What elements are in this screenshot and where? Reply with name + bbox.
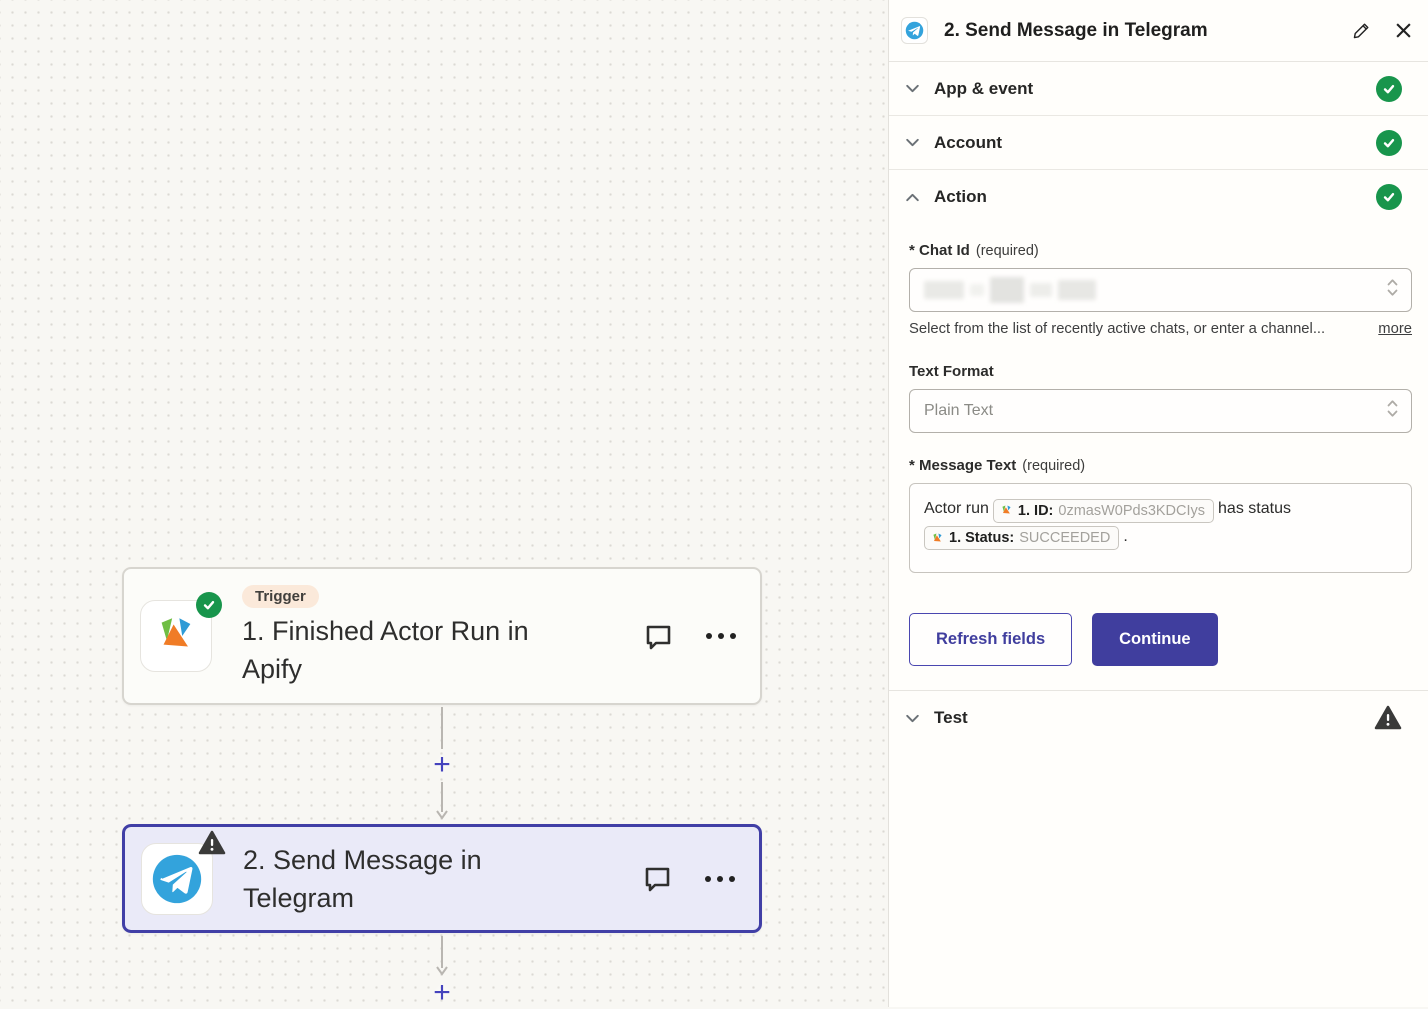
- message-text-input[interactable]: Actor run1. ID:0zmasW0Pds3KDCIyshas stat…: [909, 483, 1412, 573]
- edit-pencil-icon[interactable]: [1352, 21, 1371, 40]
- select-stepper-icon: [1386, 399, 1399, 424]
- connector-line: [441, 707, 443, 749]
- action-step-card[interactable]: 2. Send Message inTelegram: [122, 824, 762, 933]
- mapped-field-token-status[interactable]: 1. Status:SUCCEEDED: [924, 526, 1119, 550]
- step-success-badge: [196, 592, 222, 618]
- step-settings-panel: 2. Send Message in Telegram App & event …: [888, 0, 1428, 1007]
- mapped-field-token-id[interactable]: 1. ID:0zmasW0Pds3KDCIys: [993, 499, 1214, 523]
- section-test[interactable]: Test: [889, 691, 1428, 745]
- arrow-down-icon: [435, 810, 449, 820]
- message-text: .: [1123, 528, 1127, 545]
- chat-id-label: * Chat Id(required): [909, 242, 1412, 259]
- section-complete-icon: [1376, 184, 1402, 210]
- text-format-value: Plain Text: [924, 402, 993, 420]
- workflow-canvas[interactable]: Trigger 1. Finished Actor Run inApify +: [0, 0, 888, 1007]
- arrow-down-icon: [435, 966, 449, 976]
- section-app-event[interactable]: App & event: [889, 62, 1428, 116]
- section-label: Test: [934, 708, 1374, 728]
- add-step-button-end[interactable]: +: [429, 981, 455, 1007]
- action-step-title: 2. Send Message inTelegram: [243, 841, 593, 917]
- trigger-badge: Trigger: [242, 585, 319, 608]
- connector-line: [441, 936, 443, 968]
- trigger-step-title: 1. Finished Actor Run inApify: [242, 612, 592, 688]
- more-link[interactable]: more: [1378, 321, 1412, 337]
- continue-button[interactable]: Continue: [1092, 613, 1218, 666]
- close-icon[interactable]: [1395, 22, 1412, 39]
- section-warning-icon: [1374, 705, 1402, 731]
- section-label: App & event: [934, 79, 1376, 99]
- section-label: Action: [934, 187, 1376, 207]
- section-label: Account: [934, 133, 1376, 153]
- chevron-down-icon: [904, 134, 921, 151]
- warning-triangle-icon: [198, 830, 226, 856]
- apify-icon: [1000, 504, 1013, 517]
- trigger-step-card[interactable]: Trigger 1. Finished Actor Run inApify: [122, 567, 762, 705]
- refresh-fields-button[interactable]: Refresh fields: [909, 613, 1072, 666]
- apify-icon: [931, 532, 944, 545]
- chevron-down-icon: [904, 710, 921, 727]
- more-options-icon[interactable]: [706, 633, 736, 639]
- select-stepper-icon: [1386, 278, 1399, 303]
- text-format-select[interactable]: Plain Text: [909, 389, 1412, 433]
- chat-id-help-text: Select from the list of recently active …: [909, 321, 1366, 337]
- panel-header: 2. Send Message in Telegram: [889, 0, 1428, 62]
- section-action[interactable]: Action: [889, 170, 1428, 224]
- telegram-app-tile: [141, 843, 213, 915]
- text-format-label: Text Format: [909, 363, 1412, 380]
- note-icon[interactable]: [643, 621, 674, 652]
- panel-title: 2. Send Message in Telegram: [944, 20, 1352, 42]
- step-warning-badge: [198, 830, 226, 861]
- section-complete-icon: [1376, 76, 1402, 102]
- message-text-label: * Message Text(required): [909, 457, 1412, 474]
- chevron-down-icon: [904, 80, 921, 97]
- section-account[interactable]: Account: [889, 116, 1428, 170]
- redacted-chat-value: [924, 277, 1096, 303]
- more-options-icon[interactable]: [705, 876, 735, 882]
- section-complete-icon: [1376, 130, 1402, 156]
- chat-id-select[interactable]: [909, 268, 1412, 312]
- chevron-up-icon: [904, 189, 921, 206]
- apify-app-tile: [140, 600, 212, 672]
- telegram-icon: [904, 20, 925, 41]
- message-text: has status: [1218, 500, 1291, 517]
- check-icon: [202, 598, 216, 612]
- message-text: Actor run: [924, 500, 989, 517]
- apify-icon: [153, 613, 199, 659]
- add-step-button-middle[interactable]: +: [429, 753, 455, 779]
- telegram-chip: [901, 17, 928, 44]
- action-form: * Chat Id(required) Select from the list…: [889, 224, 1428, 690]
- note-icon[interactable]: [642, 863, 673, 894]
- connector-line: [441, 782, 443, 812]
